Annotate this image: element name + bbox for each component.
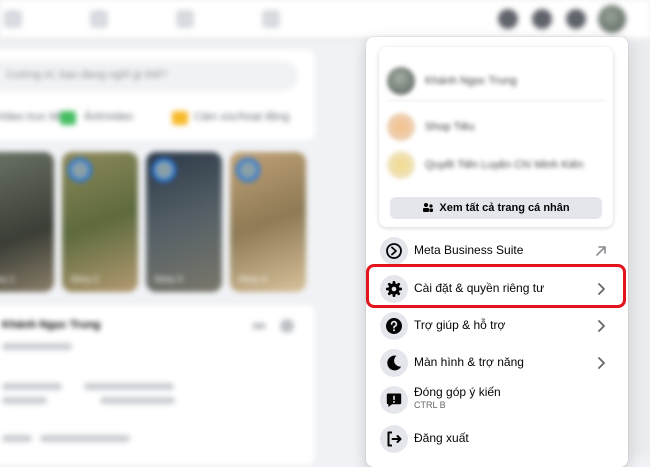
external-link-icon [596,246,606,256]
more-options-icon[interactable] [252,323,266,329]
story-avatar [236,158,260,182]
menu-item-logout[interactable]: Đăng xuất [373,421,621,457]
chevron-right-icon [598,357,605,369]
story-card[interactable]: Story 3 [146,152,222,292]
profile-row[interactable]: Khánh Ngọc Trung [387,65,607,101]
post-text-line [84,383,174,390]
menu-item-help-support[interactable]: Trợ giúp & hỗ trợ [373,308,621,344]
see-all-profiles-label: Xem tất cả trang cá nhân [439,202,570,214]
composer-placeholder: Cường ơi, bạn đang nghĩ gì thế? [6,69,167,81]
menu-item-give-feedback[interactable]: Đóng góp ý kiến CTRL B [373,382,621,418]
page-avatar [387,113,415,141]
chip-live[interactable]: Video trực tiếp [0,111,67,123]
page-name: Quyết Tiến Luyện Chí Minh Kiên [425,159,584,171]
post-text-line [2,435,32,442]
messenger-icon[interactable] [532,9,552,29]
story-card[interactable]: Story 2 [62,152,138,292]
photo-icon [60,111,76,125]
chip-feeling[interactable]: Cảm xúc/hoạt động [194,111,289,123]
menu-item-label: Đăng xuất [414,431,469,445]
story-label: Story 3 [154,274,183,284]
meta-business-suite-icon [380,237,408,265]
story-label: Story 4 [238,274,267,284]
chip-photo[interactable]: Ảnh/video [84,111,133,123]
account-avatar[interactable] [598,5,626,33]
post-text-line [100,397,175,404]
story-avatar [152,158,176,182]
menu-item-display-accessibility[interactable]: Màn hình & trợ năng [373,345,621,381]
home-icon[interactable] [4,10,22,28]
page-row[interactable]: Quyết Tiến Luyện Chí Minh Kiên [387,149,607,185]
account-menu: Khánh Ngọc Trung Shop Tiêu Quyết Tiến Lu… [366,37,628,467]
post-text-line [2,383,62,390]
feeling-icon [172,111,188,125]
close-post-icon[interactable] [280,319,294,333]
divider [387,100,605,101]
menu-item-label: Trợ giúp & hỗ trợ [414,318,506,332]
story-label: Story 2 [70,274,99,284]
feed-post: Khánh Ngọc Trung [0,305,315,465]
story-avatar [68,158,92,182]
page-avatar [387,151,415,179]
menu-item-label: Meta Business Suite [414,243,524,257]
profile-switcher-card: Khánh Ngọc Trung Shop Tiêu Quyết Tiến Lu… [379,47,613,227]
feedback-icon [380,386,408,414]
chevron-right-icon [598,320,605,332]
profile-avatar [387,67,415,95]
menu-item-label: Màn hình & trợ năng [414,355,524,369]
top-navigation-bar [0,0,650,38]
question-icon [380,312,408,340]
notifications-icon[interactable] [566,9,586,29]
profile-name: Khánh Ngọc Trung [425,75,517,87]
moon-icon [380,349,408,377]
story-card[interactable]: Story 4 [230,152,306,292]
logout-icon [380,425,408,453]
post-text-line [40,435,130,442]
page-row[interactable]: Shop Tiêu [387,111,607,147]
page-name: Shop Tiêu [425,121,475,133]
see-all-profiles-button[interactable]: Xem tất cả trang cá nhân [390,197,602,219]
story-card[interactable]: Story 1 [0,152,54,292]
highlight-box [366,264,626,308]
profiles-icon [423,203,434,212]
gaming-icon[interactable] [262,10,280,28]
menu-item-label: Đóng góp ý kiến [414,385,501,399]
post-text-line [2,397,47,404]
marketplace-icon[interactable] [176,10,194,28]
video-icon[interactable] [90,10,108,28]
post-author[interactable]: Khánh Ngọc Trung [2,319,100,331]
menu-grid-icon[interactable] [498,9,518,29]
right-sidebar [630,38,650,456]
post-meta [2,343,72,350]
keyboard-shortcut: CTRL B [414,400,446,410]
story-label: Story 1 [0,274,15,284]
